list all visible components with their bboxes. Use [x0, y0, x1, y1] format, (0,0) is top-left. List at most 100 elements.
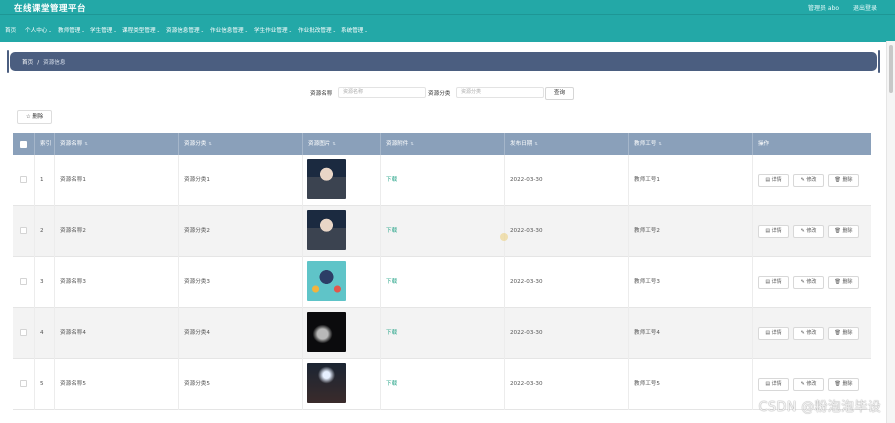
- resource-thumbnail[interactable]: [307, 261, 346, 301]
- nav-item-home[interactable]: 首页: [5, 26, 16, 34]
- nav-label: 资源信息管理: [166, 28, 200, 34]
- header-label: 索引: [40, 141, 52, 147]
- page-scrollbar[interactable]: [886, 41, 895, 423]
- header-type[interactable]: 资源分类 ⇅: [179, 133, 303, 155]
- query-button[interactable]: 查询: [545, 87, 574, 100]
- header-select-all[interactable]: [13, 133, 35, 155]
- batch-delete-button[interactable]: ☆ 删除: [17, 110, 52, 124]
- download-link[interactable]: 下载: [386, 228, 397, 234]
- trash-icon: 🗑: [834, 330, 841, 336]
- row-checkbox[interactable]: [20, 380, 27, 387]
- edit-button[interactable]: ✎ 修改: [793, 276, 824, 289]
- header-teacher-id[interactable]: 教师工号 ⇅: [629, 133, 753, 155]
- breadcrumb-separator: /: [37, 60, 40, 66]
- breadcrumb-current: 资源信息: [43, 60, 66, 66]
- resource-attachment-cell: 下载: [381, 257, 505, 308]
- resource-attachment-cell: 下载: [381, 155, 505, 206]
- nav-item-course-type[interactable]: 课程类型管理⌄: [122, 26, 160, 34]
- file-icon: ▤: [765, 330, 771, 336]
- search-name-input[interactable]: 资源名称: [338, 87, 426, 98]
- breadcrumb-home[interactable]: 首页: [22, 60, 33, 66]
- edit-button[interactable]: ✎ 修改: [793, 225, 824, 238]
- header-attachment[interactable]: 资源附件 ⇅: [381, 133, 505, 155]
- logout-link[interactable]: 退出登录: [853, 5, 877, 12]
- nav-item-grading[interactable]: 作业批改管理⌄: [298, 26, 336, 34]
- download-link[interactable]: 下载: [386, 177, 397, 183]
- search-type-input[interactable]: 资源分类: [456, 87, 544, 98]
- delete-button[interactable]: 🗑 删除: [828, 378, 859, 391]
- detail-button[interactable]: ▤ 详情: [758, 225, 789, 238]
- nav-item-resource[interactable]: 资源信息管理⌄: [166, 26, 204, 34]
- detail-label: 详情: [771, 330, 782, 336]
- sort-icon: ⇅: [208, 141, 212, 146]
- header-name[interactable]: 资源名称 ⇅: [55, 133, 179, 155]
- nav-item-teacher[interactable]: 教师管理⌄: [58, 26, 85, 34]
- row-checkbox[interactable]: [20, 329, 27, 336]
- table-row: 5 资源名称5 资源分类5 下载 2022-03-30 教师工号5 ▤ 详情 ✎…: [13, 359, 871, 410]
- pencil-icon: ✎: [800, 177, 805, 183]
- header-label: 资源图片: [308, 141, 331, 147]
- edit-button[interactable]: ✎ 修改: [793, 378, 824, 391]
- chevron-down-icon: ⌄: [244, 28, 248, 33]
- resource-thumbnail[interactable]: [307, 210, 346, 250]
- nav-label: 作业信息管理: [210, 28, 244, 34]
- resource-thumbnail[interactable]: [307, 159, 346, 199]
- teacher-id: 教师工号4: [629, 308, 753, 359]
- resource-thumbnail[interactable]: [307, 312, 346, 352]
- top-bar: 在线课堂管理平台 管理员 abo 退出登录: [0, 0, 895, 14]
- header-image[interactable]: 资源图片 ⇅: [303, 133, 381, 155]
- row-checkbox[interactable]: [20, 176, 27, 183]
- delete-button[interactable]: 🗑 删除: [828, 327, 859, 340]
- search-type-label: 资源分类: [428, 91, 451, 97]
- search-name-label: 资源名称: [310, 91, 333, 97]
- delete-button[interactable]: 🗑 删除: [828, 276, 859, 289]
- trash-icon: 🗑: [834, 381, 841, 387]
- detail-button[interactable]: ▤ 详情: [758, 327, 789, 340]
- edit-label: 修改: [806, 228, 817, 234]
- breadcrumb-bar: 首页 / 资源信息: [7, 50, 880, 73]
- nav-label: 课程类型管理: [122, 28, 156, 34]
- row-select-cell: [13, 359, 35, 410]
- current-user[interactable]: 管理员 abo: [808, 5, 839, 12]
- header-date[interactable]: 发布日期 ⇅: [505, 133, 629, 155]
- download-link[interactable]: 下载: [386, 381, 397, 387]
- chevron-down-icon: ⌄: [156, 28, 160, 33]
- row-select-cell: [13, 308, 35, 359]
- row-checkbox[interactable]: [20, 278, 27, 285]
- download-link[interactable]: 下载: [386, 330, 397, 336]
- delete-button[interactable]: 🗑 删除: [828, 225, 859, 238]
- delete-label: 删除: [842, 177, 853, 183]
- row-checkbox[interactable]: [20, 227, 27, 234]
- resource-name: 资源名称4: [55, 308, 179, 359]
- publish-date: 2022-03-30: [505, 359, 629, 410]
- row-select-cell: [13, 257, 35, 308]
- detail-button[interactable]: ▤ 详情: [758, 378, 789, 391]
- nav-item-student[interactable]: 学生管理⌄: [90, 26, 117, 34]
- nav-item-system[interactable]: 系统管理⌄: [341, 26, 368, 34]
- table-row: 1 资源名称1 资源分类1 下载 2022-03-30 教师工号1 ▤ 详情 ✎…: [13, 155, 871, 206]
- table-header: 索引 资源名称 ⇅ 资源分类 ⇅ 资源图片 ⇅ 资源附件 ⇅ 发布日期 ⇅ 教师工号 ⇅ 操…: [13, 133, 871, 155]
- edit-label: 修改: [806, 330, 817, 336]
- table-row: 3 资源名称3 资源分类3 下载 2022-03-30 教师工号3 ▤ 详情 ✎…: [13, 257, 871, 308]
- resource-type: 资源分类5: [179, 359, 303, 410]
- scrollbar-thumb[interactable]: [889, 45, 893, 93]
- select-all-checkbox[interactable]: [20, 141, 27, 148]
- download-link[interactable]: 下载: [386, 279, 397, 285]
- edit-button[interactable]: ✎ 修改: [793, 174, 824, 187]
- mouse-cursor-indicator: [500, 233, 508, 241]
- edit-button[interactable]: ✎ 修改: [793, 327, 824, 340]
- nav-item-personal-center[interactable]: 个人中心⌄: [25, 26, 52, 34]
- nav-label: 首页: [5, 28, 17, 34]
- resource-name: 资源名称5: [55, 359, 179, 410]
- pencil-icon: ✎: [800, 228, 805, 234]
- detail-button[interactable]: ▤ 详情: [758, 276, 789, 289]
- delete-button[interactable]: 🗑 删除: [828, 174, 859, 187]
- detail-button[interactable]: ▤ 详情: [758, 174, 789, 187]
- nav-item-homework[interactable]: 作业信息管理⌄: [210, 26, 248, 34]
- nav-item-student-homework[interactable]: 学生作业管理⌄: [254, 26, 292, 34]
- actions-cell: ▤ 详情 ✎ 修改 🗑 删除: [753, 155, 871, 206]
- resource-thumbnail[interactable]: [307, 363, 346, 403]
- publish-date: 2022-03-30: [505, 257, 629, 308]
- publish-date: 2022-03-30: [505, 308, 629, 359]
- sort-icon: ⇅: [658, 141, 662, 146]
